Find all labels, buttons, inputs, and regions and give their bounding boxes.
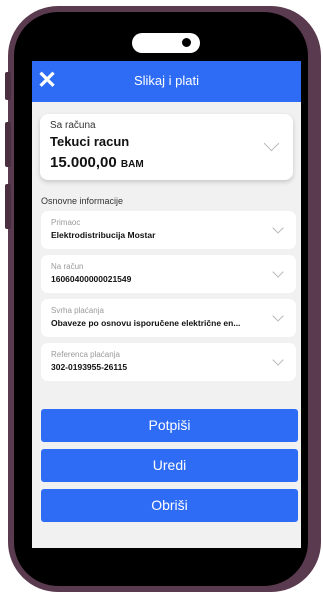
app-screen: ✕ Slikaj i plati Sa računa Tekuci racun … [32, 61, 301, 548]
reference-field[interactable]: Referenca plaćanja 302-0193955-26115 [41, 343, 296, 381]
chevron-down-icon [272, 266, 284, 278]
balance-amount: 15.000,00 [50, 154, 117, 171]
field-value: Elektrodistribucija Mostar [51, 230, 156, 240]
delete-button[interactable]: Obriši [41, 489, 298, 522]
side-button [5, 72, 11, 100]
field-value: 16060400000021549 [51, 274, 132, 284]
camera-icon [182, 38, 191, 47]
field-label: Svrha plaćanja [51, 306, 104, 315]
side-button [5, 122, 11, 167]
page-title: Slikaj i plati [133, 73, 200, 88]
field-value: Obaveze po osnovu isporučene električne … [51, 318, 241, 328]
chevron-down-icon [272, 354, 284, 366]
recipient-field[interactable]: Primaoc Elektrodistribucija Mostar [41, 211, 296, 249]
account-label: Sa računa [50, 120, 96, 131]
chevron-down-icon [272, 310, 284, 322]
chevron-down-icon [272, 222, 284, 234]
account-number-field[interactable]: Na račun 16060400000021549 [41, 255, 296, 293]
side-button [5, 184, 11, 229]
field-value: 302-0193955-26115 [51, 362, 128, 372]
sign-button[interactable]: Potpiši [41, 409, 298, 442]
chevron-down-icon [263, 135, 280, 152]
field-label: Primaoc [51, 218, 81, 227]
account-selector[interactable]: Sa računa Tekuci racun 15.000,00 BAM [40, 114, 293, 180]
field-label: Referenca plaćanja [51, 350, 120, 359]
edit-button[interactable]: Uredi [41, 449, 298, 482]
account-name: Tekuci racun [50, 134, 130, 149]
account-balance: 15.000,00 BAM [50, 154, 144, 171]
section-title: Osnovne informacije [41, 196, 124, 206]
field-label: Na račun [51, 262, 84, 271]
purpose-field[interactable]: Svrha plaćanja Obaveze po osnovu isporuč… [41, 299, 296, 337]
app-header: ✕ Slikaj i plati [32, 61, 301, 102]
balance-currency: BAM [120, 159, 144, 170]
